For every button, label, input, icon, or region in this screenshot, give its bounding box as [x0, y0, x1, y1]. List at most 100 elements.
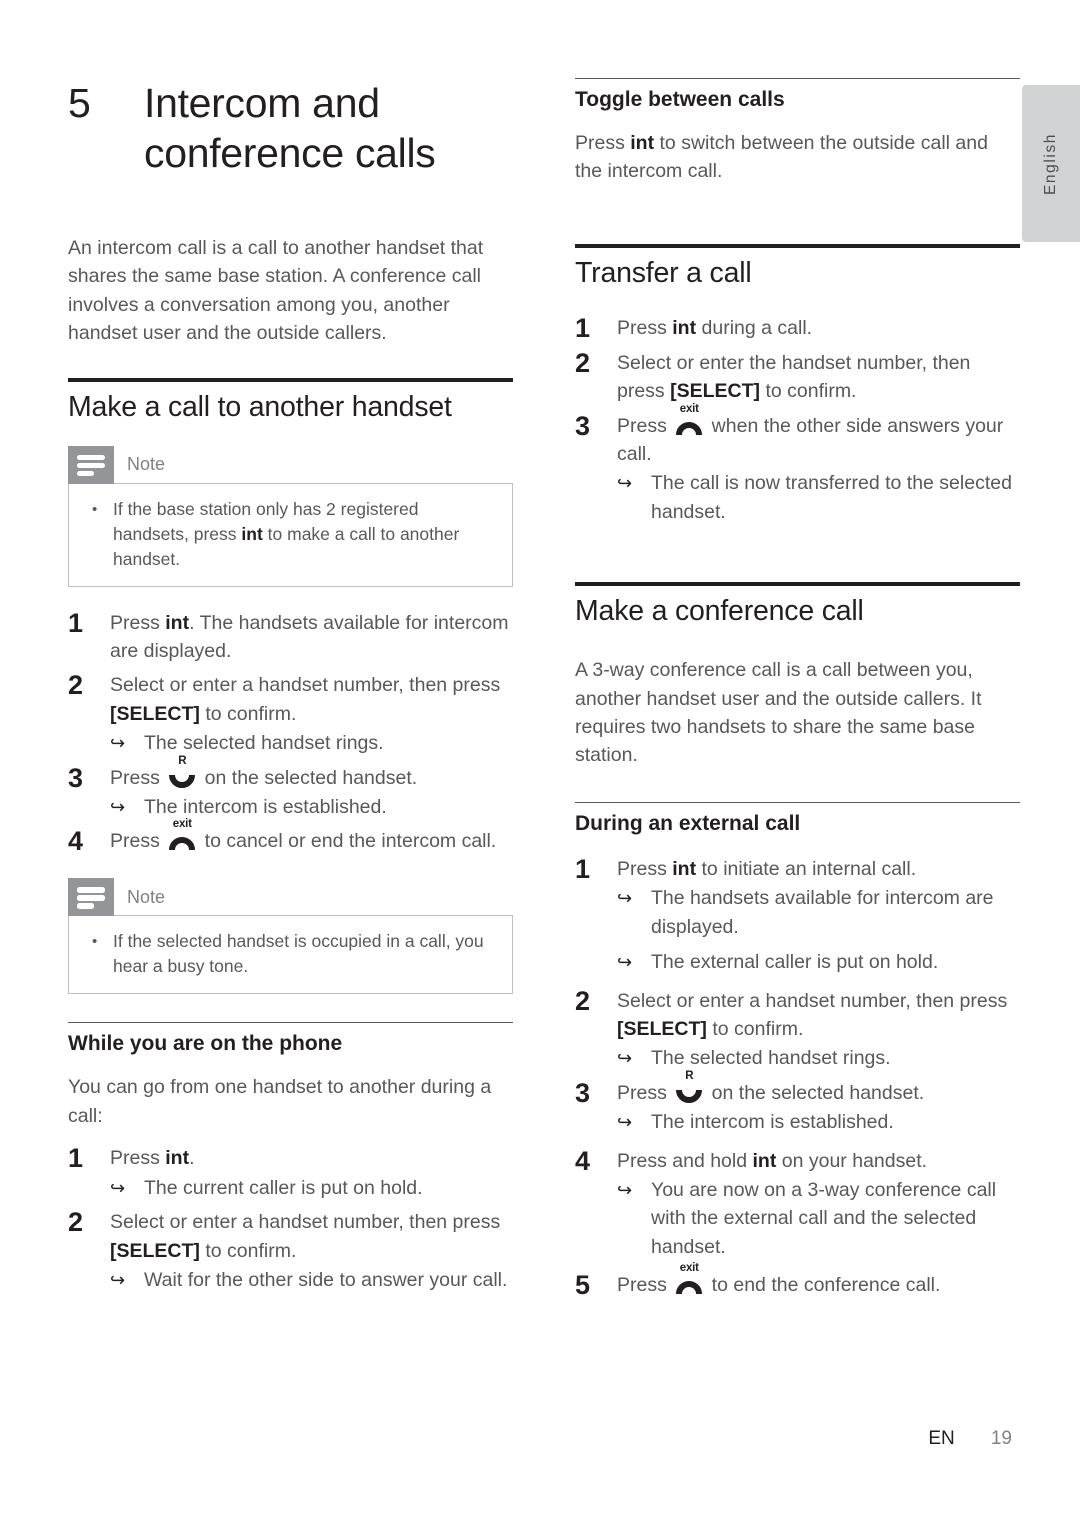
section-heading-conference: Make a conference call [575, 595, 864, 628]
section-rule [68, 377, 513, 382]
step-item: 4 Press exit to cancel or end the interc… [68, 818, 513, 857]
note-header: Note [68, 445, 513, 484]
result-arrow-icon: ↪ [617, 888, 633, 909]
talk-key-icon: R [674, 1070, 704, 1103]
step-item: 2 Select or enter a handset number, then… [68, 1206, 513, 1294]
result-text: The intercom is established. [651, 1111, 894, 1134]
result-text: The selected handset rings. [651, 1047, 891, 1070]
left-column: 5 Intercom and conference calls An inter… [68, 78, 513, 1298]
conference-intro: A 3-way conference call is a call betwee… [575, 659, 982, 767]
step-text: Press int. The handsets available for in… [110, 611, 509, 663]
subsection-heading-while-phone: While you are on the phone [68, 1032, 343, 1056]
result-arrow-icon: ↪ [110, 1177, 126, 1198]
step-result: ↪ The handsets available for intercom ar… [617, 884, 1020, 941]
step-result: ↪ You are now on a 3-way conference call… [617, 1176, 1020, 1261]
toggle-paragraph: Press int to switch between the outside … [575, 132, 988, 183]
section-heading-make-call: Make a call to another handset [68, 390, 452, 423]
step-number: 1 [575, 312, 591, 343]
result-arrow-icon: ↪ [617, 473, 633, 494]
step-result: ↪ The call is now transferred to the sel… [617, 469, 1020, 526]
step-text: Press exit when the other side answers y… [617, 403, 1020, 527]
subsection-rule [68, 1022, 513, 1024]
step-number: 4 [575, 1145, 591, 1176]
step-item: 1 Press int. The handsets available for … [68, 607, 513, 666]
step-result: ↪ The selected handset rings. [110, 729, 513, 757]
exit-key-icon: exit [167, 819, 197, 851]
step-item: 4 Press and hold int on your handset. ↪ … [575, 1145, 1020, 1262]
exit-key-icon: exit [674, 403, 704, 436]
step-number: 1 [68, 1143, 84, 1174]
language-side-tab: English [1022, 85, 1080, 242]
step-text: Select or enter a handset number, then p… [617, 985, 1020, 1073]
step-result: ↪ The selected handset rings. [617, 1044, 1020, 1072]
page-footer: EN 19 [0, 1428, 1012, 1450]
step-item: 1 Press int during a call. [575, 312, 1020, 343]
subsection-heading-external-call: During an external call [575, 811, 801, 835]
language-tab-label: English [1042, 132, 1059, 195]
note-icon [68, 878, 114, 917]
step-number: 1 [575, 853, 591, 884]
step-result: ↪ The intercom is established. [110, 793, 513, 821]
result-arrow-icon: ↪ [617, 952, 633, 973]
step-number: 1 [68, 607, 84, 638]
step-number: 2 [68, 670, 84, 701]
step-item: 2 Select or enter a handset number, then… [68, 669, 513, 757]
step-item: 2 Select or enter a handset number, then… [575, 985, 1020, 1073]
result-text: Wait for the other side to answer your c… [144, 1268, 508, 1291]
step-text: Press int during a call. [617, 316, 813, 339]
subsection-rule [575, 801, 1020, 803]
step-text: Press R on the selected handset. ↪ The i… [110, 755, 513, 822]
result-arrow-icon: ↪ [110, 797, 126, 818]
step-text: Press and hold int on your handset. ↪ Yo… [617, 1145, 1020, 1262]
steps-external-call: 1 Press int to initiate an internal call… [575, 853, 1020, 1300]
result-arrow-icon: ↪ [617, 1179, 633, 1200]
step-text: Press R on the selected handset. ↪ The i… [617, 1070, 1020, 1137]
chapter-intro-paragraph: An intercom call is a call to another ha… [68, 237, 484, 345]
step-number: 2 [575, 985, 591, 1016]
step-number: 5 [575, 1270, 591, 1301]
steps-transfer: 1 Press int during a call. 2 Select or e… [575, 312, 1020, 526]
note-list-item: If the selected handset is occupied in a… [85, 929, 496, 979]
note-title: Note [127, 886, 166, 907]
result-text: The external caller is put on hold. [651, 951, 939, 974]
step-item: 1 Press int. ↪ The current caller is put… [68, 1142, 513, 1202]
result-arrow-icon: ↪ [617, 1048, 633, 1069]
footer-language-code: EN [928, 1428, 955, 1449]
step-result: ↪ The external caller is put on hold. [617, 948, 1020, 976]
step-result: ↪ The intercom is established. [617, 1108, 1020, 1136]
subsection-rule [575, 78, 1020, 79]
result-arrow-icon: ↪ [110, 1269, 126, 1290]
section-heading-transfer: Transfer a call [575, 256, 752, 289]
step-text: Press int to initiate an internal call. … [617, 853, 1020, 977]
manual-page: English 5 Intercom and conference calls … [0, 0, 1080, 1527]
step-item: 3 Press R on the selected handset. ↪ The… [68, 755, 513, 822]
step-text: Select or enter a handset number, then p… [110, 669, 513, 757]
step-item: 1 Press int to initiate an internal call… [575, 853, 1020, 977]
result-arrow-icon: ↪ [617, 1112, 633, 1133]
step-item: 5 Press exit to end the conference call. [575, 1262, 1020, 1301]
result-text: The call is now transferred to the selec… [651, 472, 1012, 523]
step-text: Press exit to cancel or end the intercom… [110, 818, 497, 853]
chapter-number: 5 [68, 80, 91, 126]
section-rule [575, 582, 1020, 587]
step-text: Select or enter a handset number, then p… [110, 1206, 513, 1294]
note-title: Note [127, 454, 166, 475]
talk-key-icon: R [167, 755, 197, 788]
exit-key-icon: exit [674, 1262, 704, 1295]
step-number: 2 [575, 347, 591, 378]
note-box: Note If the base station only has 2 regi… [68, 445, 513, 587]
steps-make-call: 1 Press int. The handsets available for … [68, 607, 513, 857]
note-list-item: If the base station only has 2 registere… [85, 497, 496, 572]
step-number: 3 [575, 410, 591, 441]
note-body: If the selected handset is occupied in a… [68, 915, 513, 995]
chapter-title: Intercom and conference calls [144, 80, 436, 176]
subsection-heading-toggle: Toggle between calls [575, 88, 785, 111]
footer-page-number: 19 [990, 1428, 1012, 1449]
step-number: 4 [68, 826, 84, 857]
step-item: 3 Press R on the selected handset. ↪ The… [575, 1070, 1020, 1137]
result-text: The handsets available for intercom are … [651, 887, 994, 938]
step-item: 3 Press exit when the other side answers… [575, 403, 1020, 527]
step-text: Select or enter the handset number, then… [617, 351, 971, 403]
steps-while-phone: 1 Press int. ↪ The current caller is put… [68, 1142, 513, 1294]
right-column: Toggle between calls Press int to switch… [575, 78, 1020, 1304]
